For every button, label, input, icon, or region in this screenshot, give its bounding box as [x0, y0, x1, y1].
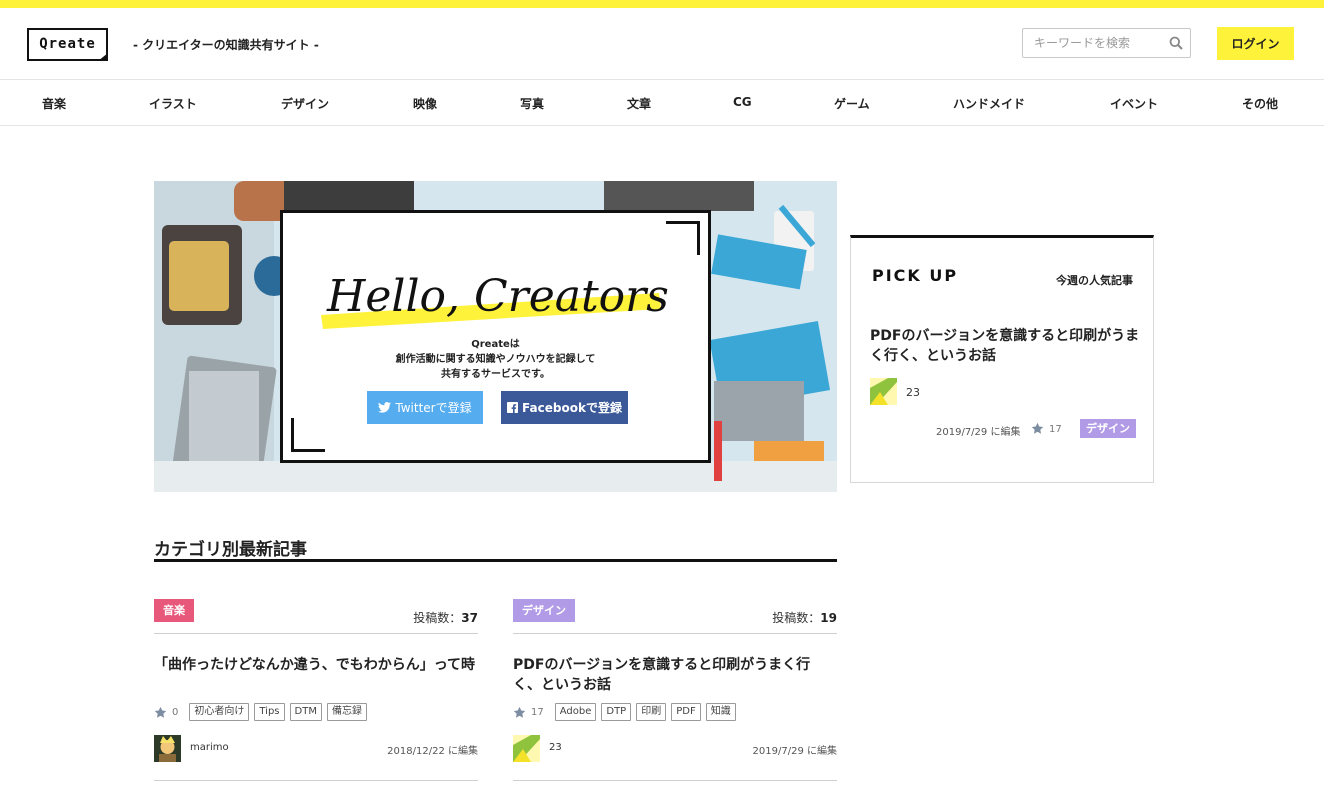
- facebook-signup-button[interactable]: Facebookで登録: [501, 391, 628, 424]
- edit-date: 2018/12/22 に編集: [387, 746, 478, 757]
- column-divider: [154, 633, 478, 634]
- top-accent-strip: [0, 0, 1324, 8]
- section-title: カテゴリ別最新記事: [154, 540, 307, 560]
- hero-line-2: 創作活動に関する知識やノウハウを記録して: [395, 354, 596, 365]
- pickup-category-tag[interactable]: デザイン: [1080, 419, 1136, 438]
- post-count: 投稿数：19: [772, 609, 837, 626]
- avatar[interactable]: [513, 735, 540, 762]
- pickup-panel: PICK UP 今週の人気記事 PDFのバージョンを意識すると印刷がうまく行く、…: [850, 235, 1154, 483]
- twitter-signup-button[interactable]: Twitterで登録: [367, 391, 483, 424]
- pickup-article-title[interactable]: PDFのバージョンを意識すると印刷がうまく行く、というお話: [870, 326, 1140, 366]
- search-icon[interactable]: [1169, 36, 1183, 50]
- twitter-signup-label: Twitterで登録: [395, 401, 472, 415]
- article-meta: 0 初心者向け Tips DTM 備忘録: [154, 702, 367, 722]
- tag-chip[interactable]: 知識: [705, 703, 736, 721]
- pickup-star-count: 17: [1049, 424, 1062, 435]
- star-icon[interactable]: [513, 706, 526, 719]
- post-count-label: 投稿数：: [413, 611, 462, 625]
- post-count: 投稿数：37: [413, 609, 478, 626]
- star-icon[interactable]: [154, 706, 167, 719]
- tag-chip[interactable]: 印刷: [636, 703, 667, 721]
- site-logo[interactable]: Qreate: [27, 28, 108, 61]
- nav-item-photo[interactable]: 写真: [520, 95, 544, 112]
- tag-chip[interactable]: DTP: [601, 703, 632, 721]
- hero-line-3: 共有するサービスです。: [441, 369, 550, 380]
- pickup-title: PICK UP: [872, 266, 959, 285]
- star-count: 17: [531, 706, 544, 718]
- tag-chip[interactable]: Tips: [254, 703, 285, 721]
- nav-item-video[interactable]: 映像: [413, 95, 437, 112]
- pickup-author-name[interactable]: 23: [906, 386, 920, 399]
- site-tagline: - クリエイターの知識共有サイト -: [133, 38, 319, 52]
- pickup-subtitle: 今週の人気記事: [1056, 274, 1133, 287]
- nav-item-other[interactable]: その他: [1242, 95, 1278, 112]
- tag-chip[interactable]: 備忘録: [326, 703, 367, 721]
- search-box: [1022, 28, 1191, 58]
- star-count: 0: [172, 706, 179, 718]
- tag-chip[interactable]: PDF: [671, 703, 701, 721]
- author-name[interactable]: 23: [549, 742, 562, 753]
- column-divider: [513, 780, 837, 781]
- nav-item-writing[interactable]: 文章: [627, 95, 651, 112]
- corner-bracket-bottom-left: [291, 418, 325, 452]
- post-count-value: 37: [461, 611, 478, 625]
- category-nav: 音楽 イラスト デザイン 映像 写真 文章 CG ゲーム ハンドメイド イベント…: [0, 80, 1324, 126]
- nav-item-game[interactable]: ゲーム: [834, 95, 870, 112]
- tag-chip[interactable]: DTM: [289, 703, 322, 721]
- category-tag[interactable]: デザイン: [513, 599, 575, 622]
- pickup-date: 2019/7/29 に編集: [936, 427, 1021, 438]
- post-count-value: 19: [820, 611, 837, 625]
- nav-item-event[interactable]: イベント: [1110, 95, 1158, 112]
- site-header: Qreate - クリエイターの知識共有サイト - ログイン: [0, 8, 1324, 80]
- nav-item-design[interactable]: デザイン: [281, 95, 329, 112]
- twitter-icon: [378, 402, 392, 413]
- facebook-signup-label: Facebookで登録: [522, 401, 622, 415]
- section-divider: [154, 559, 837, 562]
- nav-item-illust[interactable]: イラスト: [149, 95, 197, 112]
- search-input[interactable]: [1023, 29, 1158, 57]
- hello-creators-logotype: Hello, Creators!: [319, 243, 686, 333]
- category-tag[interactable]: 音楽: [154, 599, 194, 622]
- login-button[interactable]: ログイン: [1217, 27, 1294, 60]
- article-title[interactable]: PDFのバージョンを意識すると印刷がうまく行く、というお話: [513, 655, 837, 695]
- author-name[interactable]: marimo: [190, 742, 229, 753]
- column-divider: [513, 633, 837, 634]
- hero-line-1: Qreateは: [471, 339, 520, 350]
- edit-date: 2019/7/29 に編集: [752, 746, 837, 757]
- category-column-music: 音楽 投稿数：37 「曲作ったけどなんか違う、でもわからん」って時 0 初心者向…: [154, 599, 478, 793]
- hero-card: Hello, Creators! Qreateは 創作活動に関する知識やノウハウ…: [280, 210, 711, 463]
- corner-bracket-top-right: [666, 221, 700, 255]
- star-icon[interactable]: [1031, 422, 1044, 435]
- tag-chip[interactable]: 初心者向け: [189, 703, 250, 721]
- post-count-label: 投稿数：: [772, 611, 821, 625]
- nav-item-music[interactable]: 音楽: [42, 95, 66, 112]
- nav-item-handmade[interactable]: ハンドメイド: [953, 95, 1025, 112]
- facebook-icon: [507, 402, 519, 413]
- nav-item-cg[interactable]: CG: [733, 95, 752, 109]
- avatar[interactable]: [154, 735, 181, 762]
- hero-description: Qreateは 創作活動に関する知識やノウハウを記録して 共有するサービスです。: [283, 337, 708, 382]
- article-title[interactable]: 「曲作ったけどなんか違う、でもわからん」って時: [154, 655, 478, 675]
- tag-chip[interactable]: Adobe: [554, 703, 597, 721]
- hero-headline: Hello, Creators!: [326, 271, 669, 322]
- avatar[interactable]: [870, 378, 897, 405]
- article-meta: 17 Adobe DTP 印刷 PDF 知識: [513, 702, 736, 722]
- category-column-design: デザイン 投稿数：19 PDFのバージョンを意識すると印刷がうまく行く、というお…: [513, 599, 837, 793]
- column-divider: [154, 780, 478, 781]
- hero-banner: Hello, Creators! Qreateは 創作活動に関する知識やノウハウ…: [154, 181, 837, 492]
